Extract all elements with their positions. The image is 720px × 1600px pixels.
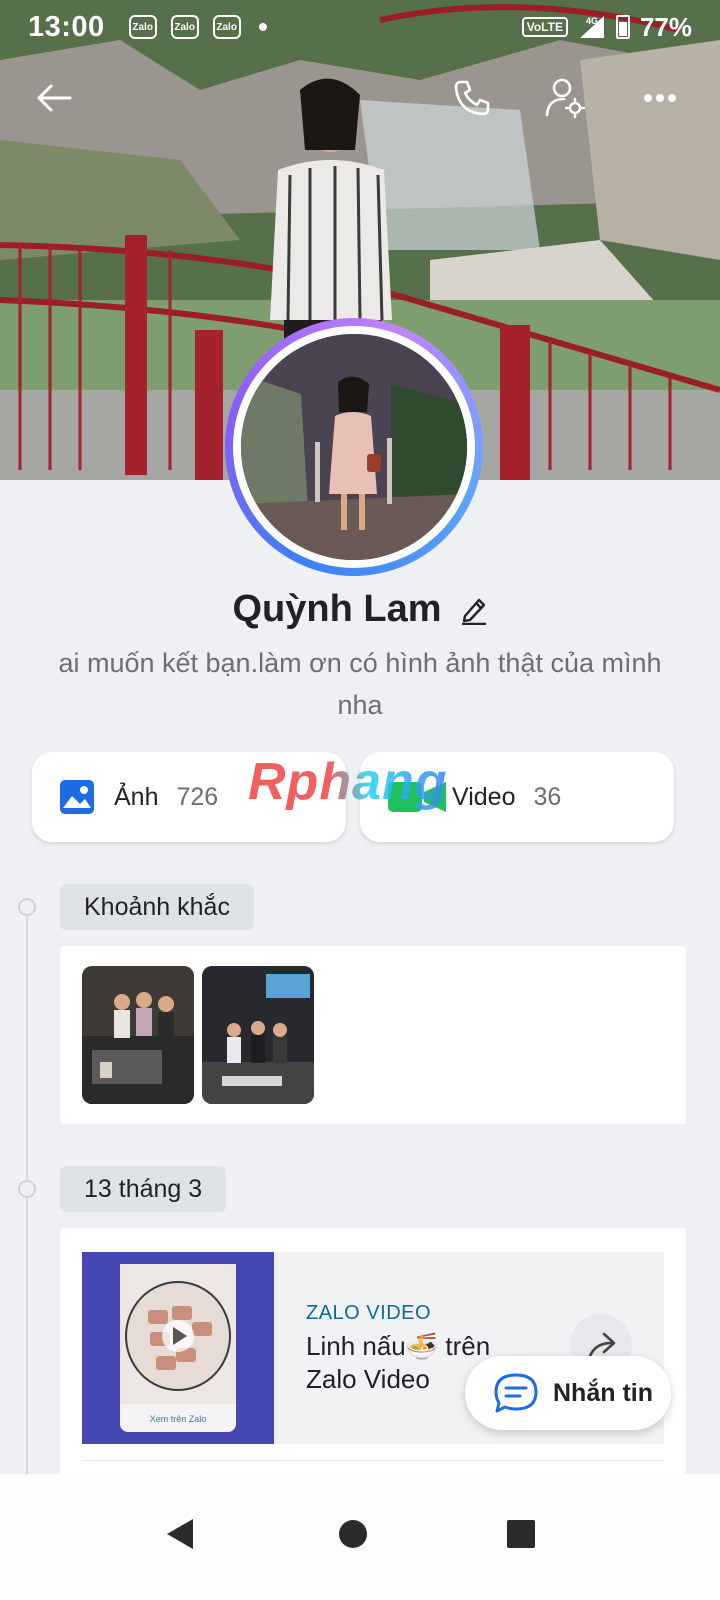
profile-bio: ai muốn kết bạn.làm ơn có hình ảnh thật … — [58, 648, 662, 720]
user-settings-icon — [545, 78, 586, 119]
chat-bubble-icon — [494, 1373, 538, 1413]
thumb-caption: Xem trên Zalo — [150, 1414, 207, 1424]
profile-top-bar — [0, 70, 720, 126]
moment-thumbnail[interactable] — [202, 966, 314, 1104]
avatar-image — [241, 334, 467, 560]
zalo-notification-icon: Zalo — [128, 15, 157, 39]
nav-recents-button[interactable] — [491, 1504, 551, 1564]
date-section-label: 13 tháng 3 — [60, 1166, 227, 1212]
moments-panel — [60, 946, 686, 1124]
volte-icon: VoLTE — [521, 17, 568, 37]
avatar-photo — [241, 334, 467, 560]
zalo-notification-icon: Zalo — [212, 15, 241, 39]
moments-section-label: Khoảnh khắc — [60, 884, 254, 930]
more-options-button[interactable] — [632, 70, 688, 126]
battery-icon — [615, 15, 630, 39]
status-time: 13:00 — [28, 10, 105, 43]
send-message-label: Nhắn tin — [553, 1378, 653, 1407]
status-bar: 13:00 Zalo Zalo Zalo VoLTE 4G 77% — [0, 0, 720, 54]
photos-count: 726 — [176, 782, 219, 811]
status-right: VoLTE 4G 77% — [521, 11, 692, 43]
videos-label: Video — [452, 782, 516, 811]
send-message-button[interactable]: Nhắn tin — [465, 1356, 671, 1430]
system-nav-bar — [0, 1474, 720, 1600]
timeline-dot — [18, 1180, 36, 1198]
back-arrow-icon — [37, 84, 72, 112]
nav-home-button[interactable] — [323, 1504, 383, 1564]
avatar[interactable] — [225, 318, 483, 576]
nav-back-button[interactable] — [150, 1504, 210, 1564]
photos-label: Ảnh — [114, 782, 159, 811]
timeline-dot — [18, 898, 36, 916]
video-post-card[interactable]: Xem trên Zalo ZALO VIDEO Linh nấu🍜 trên … — [60, 1228, 686, 1474]
nav-recents-icon — [507, 1520, 535, 1548]
image-icon — [60, 780, 94, 814]
call-button[interactable] — [444, 70, 500, 126]
nav-home-icon — [339, 1520, 367, 1548]
moment-image — [202, 966, 314, 1104]
svg-text:4G: 4G — [586, 16, 598, 26]
more-notifications-dot — [258, 23, 267, 31]
edit-icon[interactable] — [460, 595, 488, 625]
profile-name-row: Quỳnh Lam — [0, 588, 720, 631]
video-preview: Xem trên Zalo — [120, 1264, 236, 1424]
video-thumbnail[interactable]: Xem trên Zalo — [82, 1252, 274, 1444]
battery-percent: 77% — [639, 11, 692, 42]
moment-thumbnail[interactable] — [82, 966, 194, 1104]
more-icon — [644, 94, 676, 102]
watermark-logo: Rphang — [248, 753, 448, 811]
card-divider — [82, 1460, 664, 1461]
moment-image — [82, 966, 194, 1104]
share-icon — [588, 1332, 616, 1358]
profile-settings-button[interactable] — [538, 70, 594, 126]
video-source-tag: ZALO VIDEO — [306, 1302, 432, 1324]
zalo-notification-icon: Zalo — [170, 15, 199, 39]
notification-icons: Zalo Zalo Zalo — [128, 15, 241, 39]
videos-count: 36 — [533, 782, 562, 811]
phone-icon — [454, 80, 490, 116]
profile-name: Quỳnh Lam — [232, 588, 442, 630]
back-button[interactable] — [26, 70, 82, 126]
signal-icon: 4G — [579, 16, 604, 38]
nav-back-icon — [167, 1519, 193, 1549]
